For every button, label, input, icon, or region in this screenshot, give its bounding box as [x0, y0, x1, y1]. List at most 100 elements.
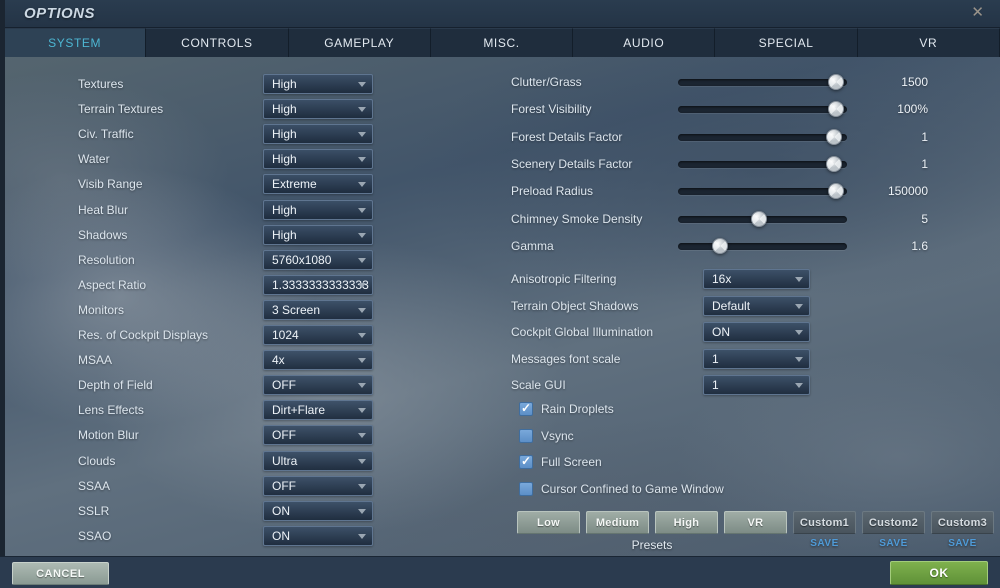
slider-row: Forest Details Factor 1	[0, 127, 1000, 147]
checkbox-row: Rain Droplets	[0, 401, 1000, 418]
checkbox-row: Cursor Confined to Game Window	[0, 481, 1000, 498]
setting-label-cockpit-global-illumination: Cockpit Global Illumination	[511, 325, 654, 339]
slider-label-chimney-smoke-density: Chimney Smoke Density	[511, 211, 643, 226]
preset-button-medium[interactable]: Medium	[586, 511, 649, 534]
slider-knob-preload-radius[interactable]	[827, 183, 844, 200]
slider-label-forest-visibility: Forest Visibility	[511, 102, 592, 117]
checkbox-cursor-confined-to-game-window[interactable]	[519, 481, 533, 496]
slider-knob-forest-visibility[interactable]	[827, 101, 844, 118]
tab-misc[interactable]: MISC.	[430, 28, 574, 57]
dropdown-terrain-object-shadows[interactable]: Default	[703, 295, 810, 316]
slider-value: 5	[921, 211, 928, 226]
dropdown-sslr[interactable]: ON	[263, 500, 373, 521]
setting-label-ssao: SSAO	[78, 528, 112, 543]
slider-row: Forest Visibility 100%	[0, 99, 1000, 119]
slider-value: 100%	[897, 102, 928, 117]
preset-button-high[interactable]: High	[655, 511, 718, 534]
tab-audio[interactable]: AUDIO	[573, 28, 716, 57]
save-button-custom1[interactable]: SAVE	[793, 538, 856, 549]
preset-button-custom3[interactable]: Custom3	[931, 511, 994, 534]
chevron-down-icon	[358, 257, 366, 263]
setting-row: Anisotropic Filtering 16x	[0, 269, 1000, 289]
checkbox-rain-droplets[interactable]	[519, 401, 533, 416]
checkbox-label: Vsync	[541, 428, 574, 443]
dropdown-value: Default	[712, 298, 751, 313]
setting-row: Messages font scale 1	[0, 348, 1000, 369]
slider-value: 1.6	[911, 238, 928, 253]
checkbox-full-screen[interactable]	[519, 454, 533, 469]
tab-system[interactable]: SYSTEM	[4, 28, 147, 57]
tab-controls[interactable]: CONTROLS	[146, 28, 289, 57]
dropdown-value: ON	[272, 503, 290, 518]
checkbox-row: Full Screen	[0, 454, 1000, 471]
save-button-custom2[interactable]: SAVE	[862, 538, 925, 549]
slider-track-preload-radius[interactable]	[678, 188, 847, 196]
slider-label-gamma: Gamma	[511, 238, 554, 253]
slider-knob-gamma[interactable]	[711, 237, 728, 254]
slider-track-forest-details-factor[interactable]	[678, 133, 847, 141]
slider-value: 1	[921, 129, 928, 144]
slider-row: Scenery Details Factor 1	[0, 154, 1000, 174]
title-bar: OPTIONS ✕	[0, 0, 1000, 28]
dropdown-cockpit-global-illumination[interactable]: ON	[703, 322, 810, 342]
slider-row: Clutter/Grass 1500	[0, 72, 1000, 92]
dropdown-anisotropic-filtering[interactable]: 16x	[703, 269, 810, 289]
left-edge-strip	[0, 0, 5, 556]
slider-row: Chimney Smoke Density 5	[0, 209, 1000, 229]
dropdown-messages-font-scale[interactable]: 1	[703, 348, 810, 369]
slider-label-clutter-grass: Clutter/Grass	[511, 75, 582, 89]
slider-row: Gamma 1.6	[0, 236, 1000, 256]
save-button-custom3[interactable]: SAVE	[931, 538, 994, 549]
ok-button[interactable]: OK	[890, 561, 988, 585]
checkbox-label: Cursor Confined to Game Window	[541, 481, 724, 496]
setting-label-anisotropic-filtering: Anisotropic Filtering	[511, 272, 617, 286]
slider-value: 150000	[887, 184, 928, 199]
preset-button-custom1[interactable]: Custom1	[793, 511, 856, 534]
footer-bar: CANCEL OK	[0, 556, 1000, 588]
setting-label-messages-font-scale: Messages font scale	[511, 351, 621, 366]
preset-button-bar: Low Medium High VR Custom1 Custom2 Custom3	[517, 511, 994, 534]
options-window: OPTIONS ✕ SYSTEM CONTROLS GAMEPLAY MISC. AUD…	[0, 0, 1000, 588]
slider-track-forest-visibility[interactable]	[678, 106, 847, 114]
setting-row: Scale GUI 1	[0, 375, 1000, 395]
preset-button-vr[interactable]: VR	[724, 511, 787, 534]
dropdown-value: ON	[272, 528, 290, 543]
tab-special[interactable]: SPECIAL	[715, 28, 858, 57]
slider-knob-clutter-grass[interactable]	[827, 74, 844, 90]
setting-label-terrain-object-shadows: Terrain Object Shadows	[511, 298, 639, 313]
chevron-down-icon	[795, 383, 803, 388]
chevron-down-icon	[358, 508, 366, 514]
slider-label-scenery-details-factor: Scenery Details Factor	[511, 156, 633, 171]
setting-row: Terrain Object Shadows Default	[0, 295, 1000, 316]
slider-knob-chimney-smoke-density[interactable]	[751, 210, 768, 227]
close-icon[interactable]: ✕	[971, 4, 984, 22]
dropdown-ssao[interactable]: ON	[263, 525, 373, 546]
chevron-down-icon	[795, 330, 803, 335]
chevron-down-icon	[795, 303, 803, 309]
slider-knob-forest-details-factor[interactable]	[826, 128, 843, 145]
dropdown-value: 1	[712, 378, 719, 392]
checkbox-row: Vsync	[0, 428, 1000, 445]
dropdown-value: 16x	[712, 272, 732, 286]
checkbox-label: Rain Droplets	[541, 402, 614, 416]
chevron-down-icon	[358, 533, 366, 539]
cancel-button[interactable]: CANCEL	[12, 562, 109, 585]
checkbox-vsync[interactable]	[519, 428, 533, 443]
tab-bar: SYSTEM CONTROLS GAMEPLAY MISC. AUDIO SPECIAL V…	[4, 28, 1000, 57]
slider-label-forest-details-factor: Forest Details Factor	[511, 129, 623, 144]
slider-knob-scenery-details-factor[interactable]	[826, 155, 843, 172]
slider-track-scenery-details-factor[interactable]	[678, 160, 847, 168]
tab-gameplay[interactable]: GAMEPLAY	[288, 28, 431, 57]
tab-vr[interactable]: VR	[857, 28, 1000, 57]
preset-button-custom2[interactable]: Custom2	[862, 511, 925, 534]
page-title: OPTIONS	[24, 5, 96, 22]
setting-label-sslr: SSLR	[78, 503, 110, 518]
dropdown-value: 1	[712, 351, 719, 366]
slider-track-clutter-grass[interactable]	[678, 79, 847, 86]
preset-button-low[interactable]: Low	[517, 511, 580, 534]
chevron-down-icon	[795, 356, 803, 362]
presets-group-label: Presets	[631, 538, 673, 552]
slider-label-preload-radius: Preload Radius	[511, 184, 594, 199]
dropdown-scale-gui[interactable]: 1	[703, 375, 810, 395]
slider-track-gamma[interactable]	[678, 242, 847, 250]
